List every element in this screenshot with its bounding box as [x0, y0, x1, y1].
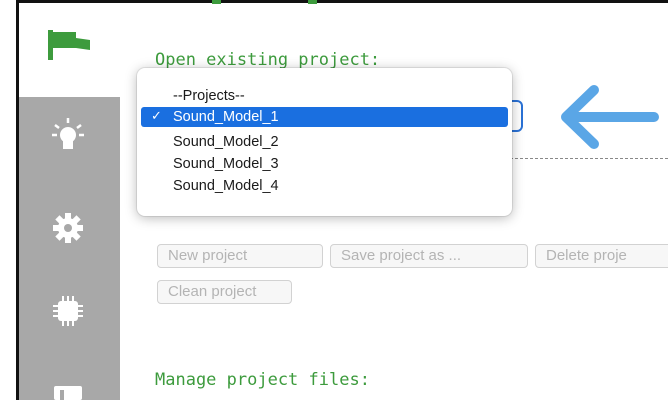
dropdown-option[interactable]: Sound_Model_2 [137, 132, 512, 152]
gear-icon[interactable] [52, 212, 84, 244]
manage-files-heading: Manage project files: [155, 370, 370, 390]
lightbulb-icon[interactable] [50, 117, 86, 153]
annotation-arrow-icon [561, 85, 659, 149]
dropdown-option-selected[interactable]: ✓ Sound_Model_1 [141, 107, 508, 127]
project-dropdown-menu: --Projects-- ✓ Sound_Model_1 Sound_Model… [137, 68, 512, 216]
dropdown-option[interactable]: Sound_Model_3 [137, 154, 512, 174]
new-project-button[interactable]: New project [157, 244, 323, 268]
dropdown-option[interactable]: --Projects-- [137, 86, 512, 106]
checkmark-icon: ✓ [151, 109, 162, 124]
flag-icon[interactable] [46, 28, 94, 68]
save-project-as-button[interactable]: Save project as ... [330, 244, 528, 268]
panel-icon[interactable] [52, 380, 84, 400]
screenshot-frame: Open existing project: New project Save … [0, 0, 668, 400]
dropdown-option[interactable]: Sound_Model_4 [137, 176, 512, 196]
dropdown-option-label: Sound_Model_1 [173, 109, 279, 125]
clean-project-button[interactable]: Clean project [157, 280, 292, 304]
clipped-heading-fragment [212, 0, 317, 4]
open-existing-heading: Open existing project: [155, 50, 381, 70]
delete-project-button[interactable]: Delete proje [535, 244, 668, 268]
chip-icon[interactable] [52, 295, 84, 327]
